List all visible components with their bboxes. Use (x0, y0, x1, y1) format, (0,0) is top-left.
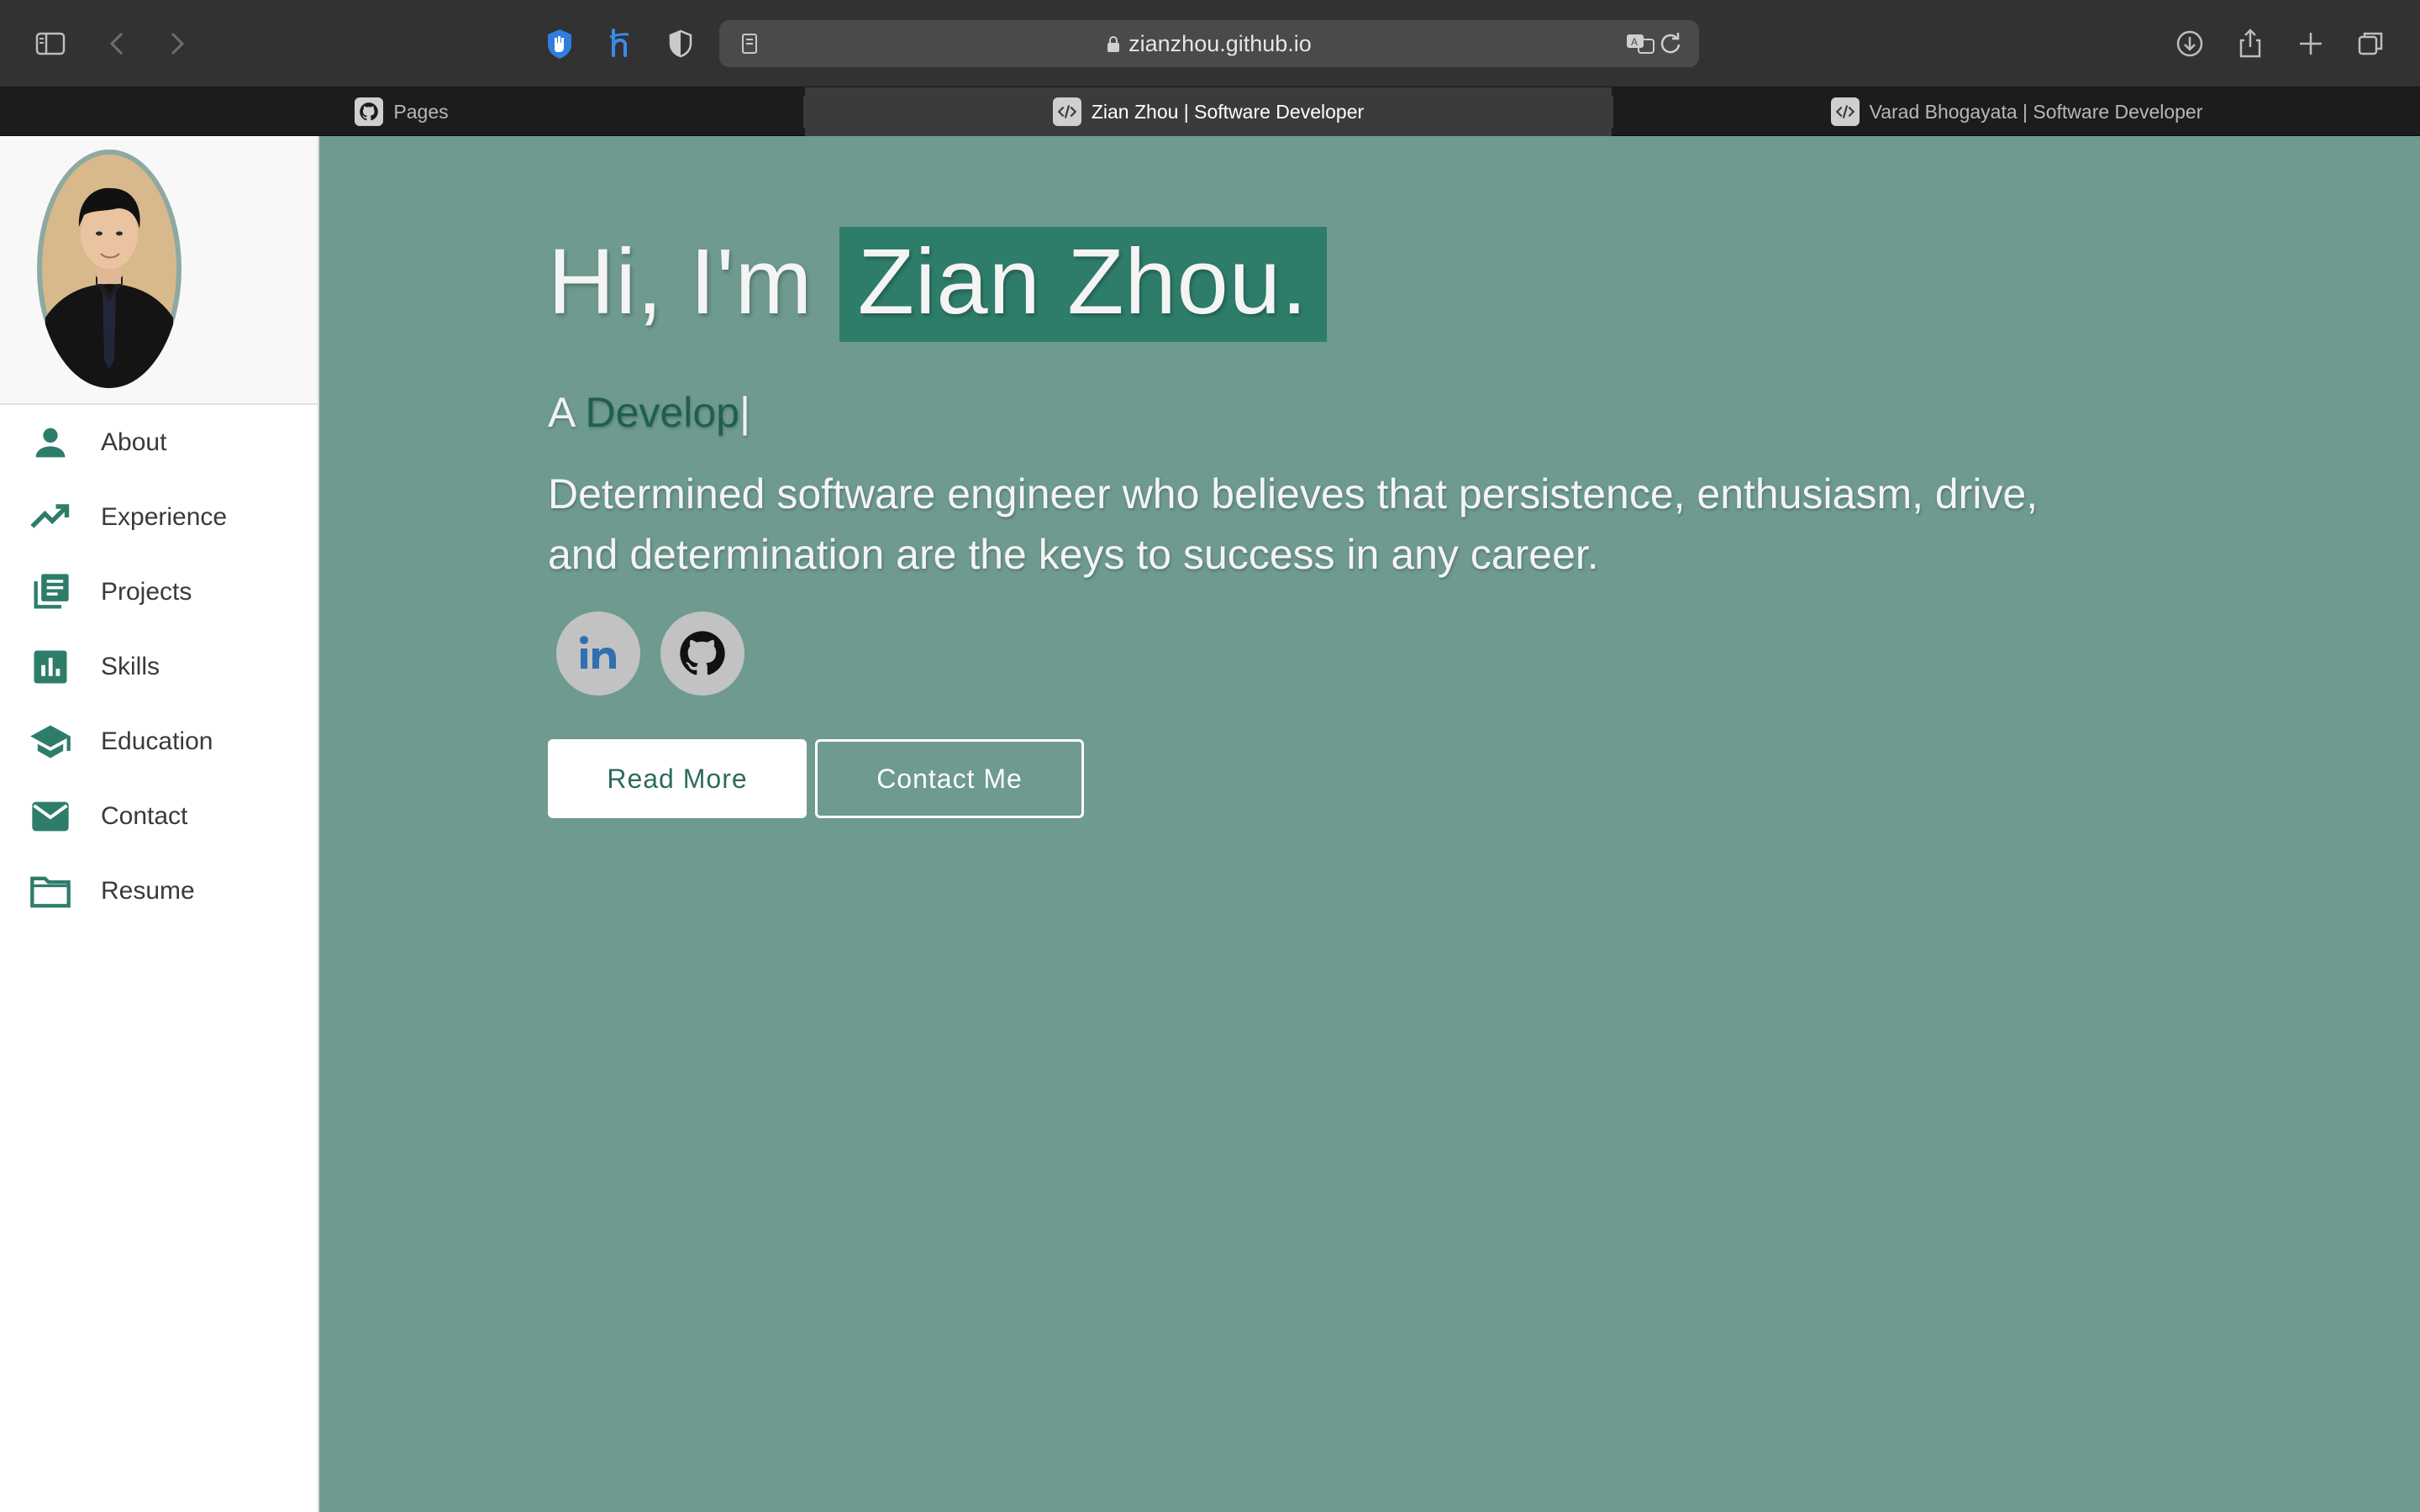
sidebar-item-contact[interactable]: Contact (0, 779, 318, 853)
sidebar-item-label: Projects (101, 577, 192, 606)
profile-header (0, 136, 318, 405)
sidebar-toggle-icon[interactable] (32, 25, 69, 62)
trending-up-icon (29, 496, 72, 539)
hero-title: Hi, I'm Zian Zhou. (548, 227, 1327, 342)
code-favicon-icon (1052, 97, 1081, 126)
greeting-text: Hi, I'm (548, 230, 839, 333)
typed-prefix: A (548, 389, 586, 436)
reload-icon[interactable] (1652, 25, 1689, 62)
svg-text:A: A (1631, 36, 1638, 48)
bar-chart-icon (29, 645, 72, 689)
school-icon (29, 720, 72, 764)
tab-title: Zian Zhou | Software Developer (1091, 100, 1365, 123)
sidebar: About Experience Projects Skills Educati… (0, 136, 319, 1512)
tab-pages[interactable]: Pages (0, 87, 803, 136)
privacy-shield-icon[interactable] (662, 25, 699, 62)
url-text: zianzhou.github.io (1128, 31, 1312, 56)
typed-cursor: | (739, 389, 750, 436)
github-favicon-icon (355, 97, 384, 126)
sidebar-item-label: Skills (101, 652, 160, 680)
read-more-button[interactable]: Read More (548, 739, 807, 818)
contact-me-button[interactable]: Contact Me (815, 739, 1084, 818)
ad-blocker-extension-icon[interactable] (541, 25, 578, 62)
tab-bar: Pages Zian Zhou | Software Developer Var… (0, 87, 2420, 136)
honey-extension-icon[interactable] (602, 25, 639, 62)
linkedin-icon (580, 636, 616, 669)
sidebar-item-experience[interactable]: Experience (0, 480, 318, 554)
folder-icon (29, 869, 72, 913)
person-icon (29, 421, 72, 465)
forward-icon[interactable] (158, 25, 195, 62)
github-icon (680, 631, 725, 675)
typed-role: A Develop| (548, 388, 750, 437)
linkedin-link[interactable] (556, 612, 640, 696)
sidebar-item-label: Education (101, 727, 213, 755)
hero-tagline: Determined software engineer who believe… (548, 470, 2039, 578)
code-favicon-icon (1830, 97, 1860, 126)
tab-zian-zhou[interactable]: Zian Zhou | Software Developer (805, 87, 1612, 136)
lock-icon (1107, 36, 1120, 52)
tab-overview-icon[interactable] (2353, 25, 2390, 62)
sidebar-item-projects[interactable]: Projects (0, 554, 318, 629)
share-icon[interactable] (2232, 25, 2269, 62)
sidebar-nav: About Experience Projects Skills Educati… (0, 405, 318, 928)
back-icon[interactable] (99, 25, 136, 62)
sidebar-item-resume[interactable]: Resume (0, 853, 318, 928)
sidebar-item-education[interactable]: Education (0, 704, 318, 779)
tab-varad-bhogayata[interactable]: Varad Bhogayata | Software Developer (1613, 87, 2420, 136)
tab-title: Varad Bhogayata | Software Developer (1869, 100, 2203, 123)
sidebar-item-label: Resume (101, 876, 195, 905)
github-link[interactable] (660, 612, 744, 696)
downloads-icon[interactable] (2171, 25, 2208, 62)
sidebar-item-skills[interactable]: Skills (0, 629, 318, 704)
hero-section: Hi, I'm Zian Zhou. A Develop| Determined… (319, 136, 2420, 1512)
new-tab-icon[interactable] (2292, 25, 2329, 62)
sidebar-item-label: About (101, 428, 167, 456)
avatar (37, 150, 182, 388)
address-bar[interactable]: zianzhou.github.io A (719, 20, 1699, 67)
sidebar-item-label: Experience (101, 502, 228, 531)
sidebar-item-label: Contact (101, 801, 188, 830)
typed-word: Develop (585, 389, 739, 436)
tab-title: Pages (393, 100, 449, 123)
browser-toolbar: zianzhou.github.io A (0, 0, 2420, 87)
library-books-icon (29, 570, 72, 614)
hero-name: Zian Zhou. (839, 227, 1327, 342)
sidebar-item-about[interactable]: About (0, 405, 318, 480)
mail-icon (29, 795, 72, 838)
